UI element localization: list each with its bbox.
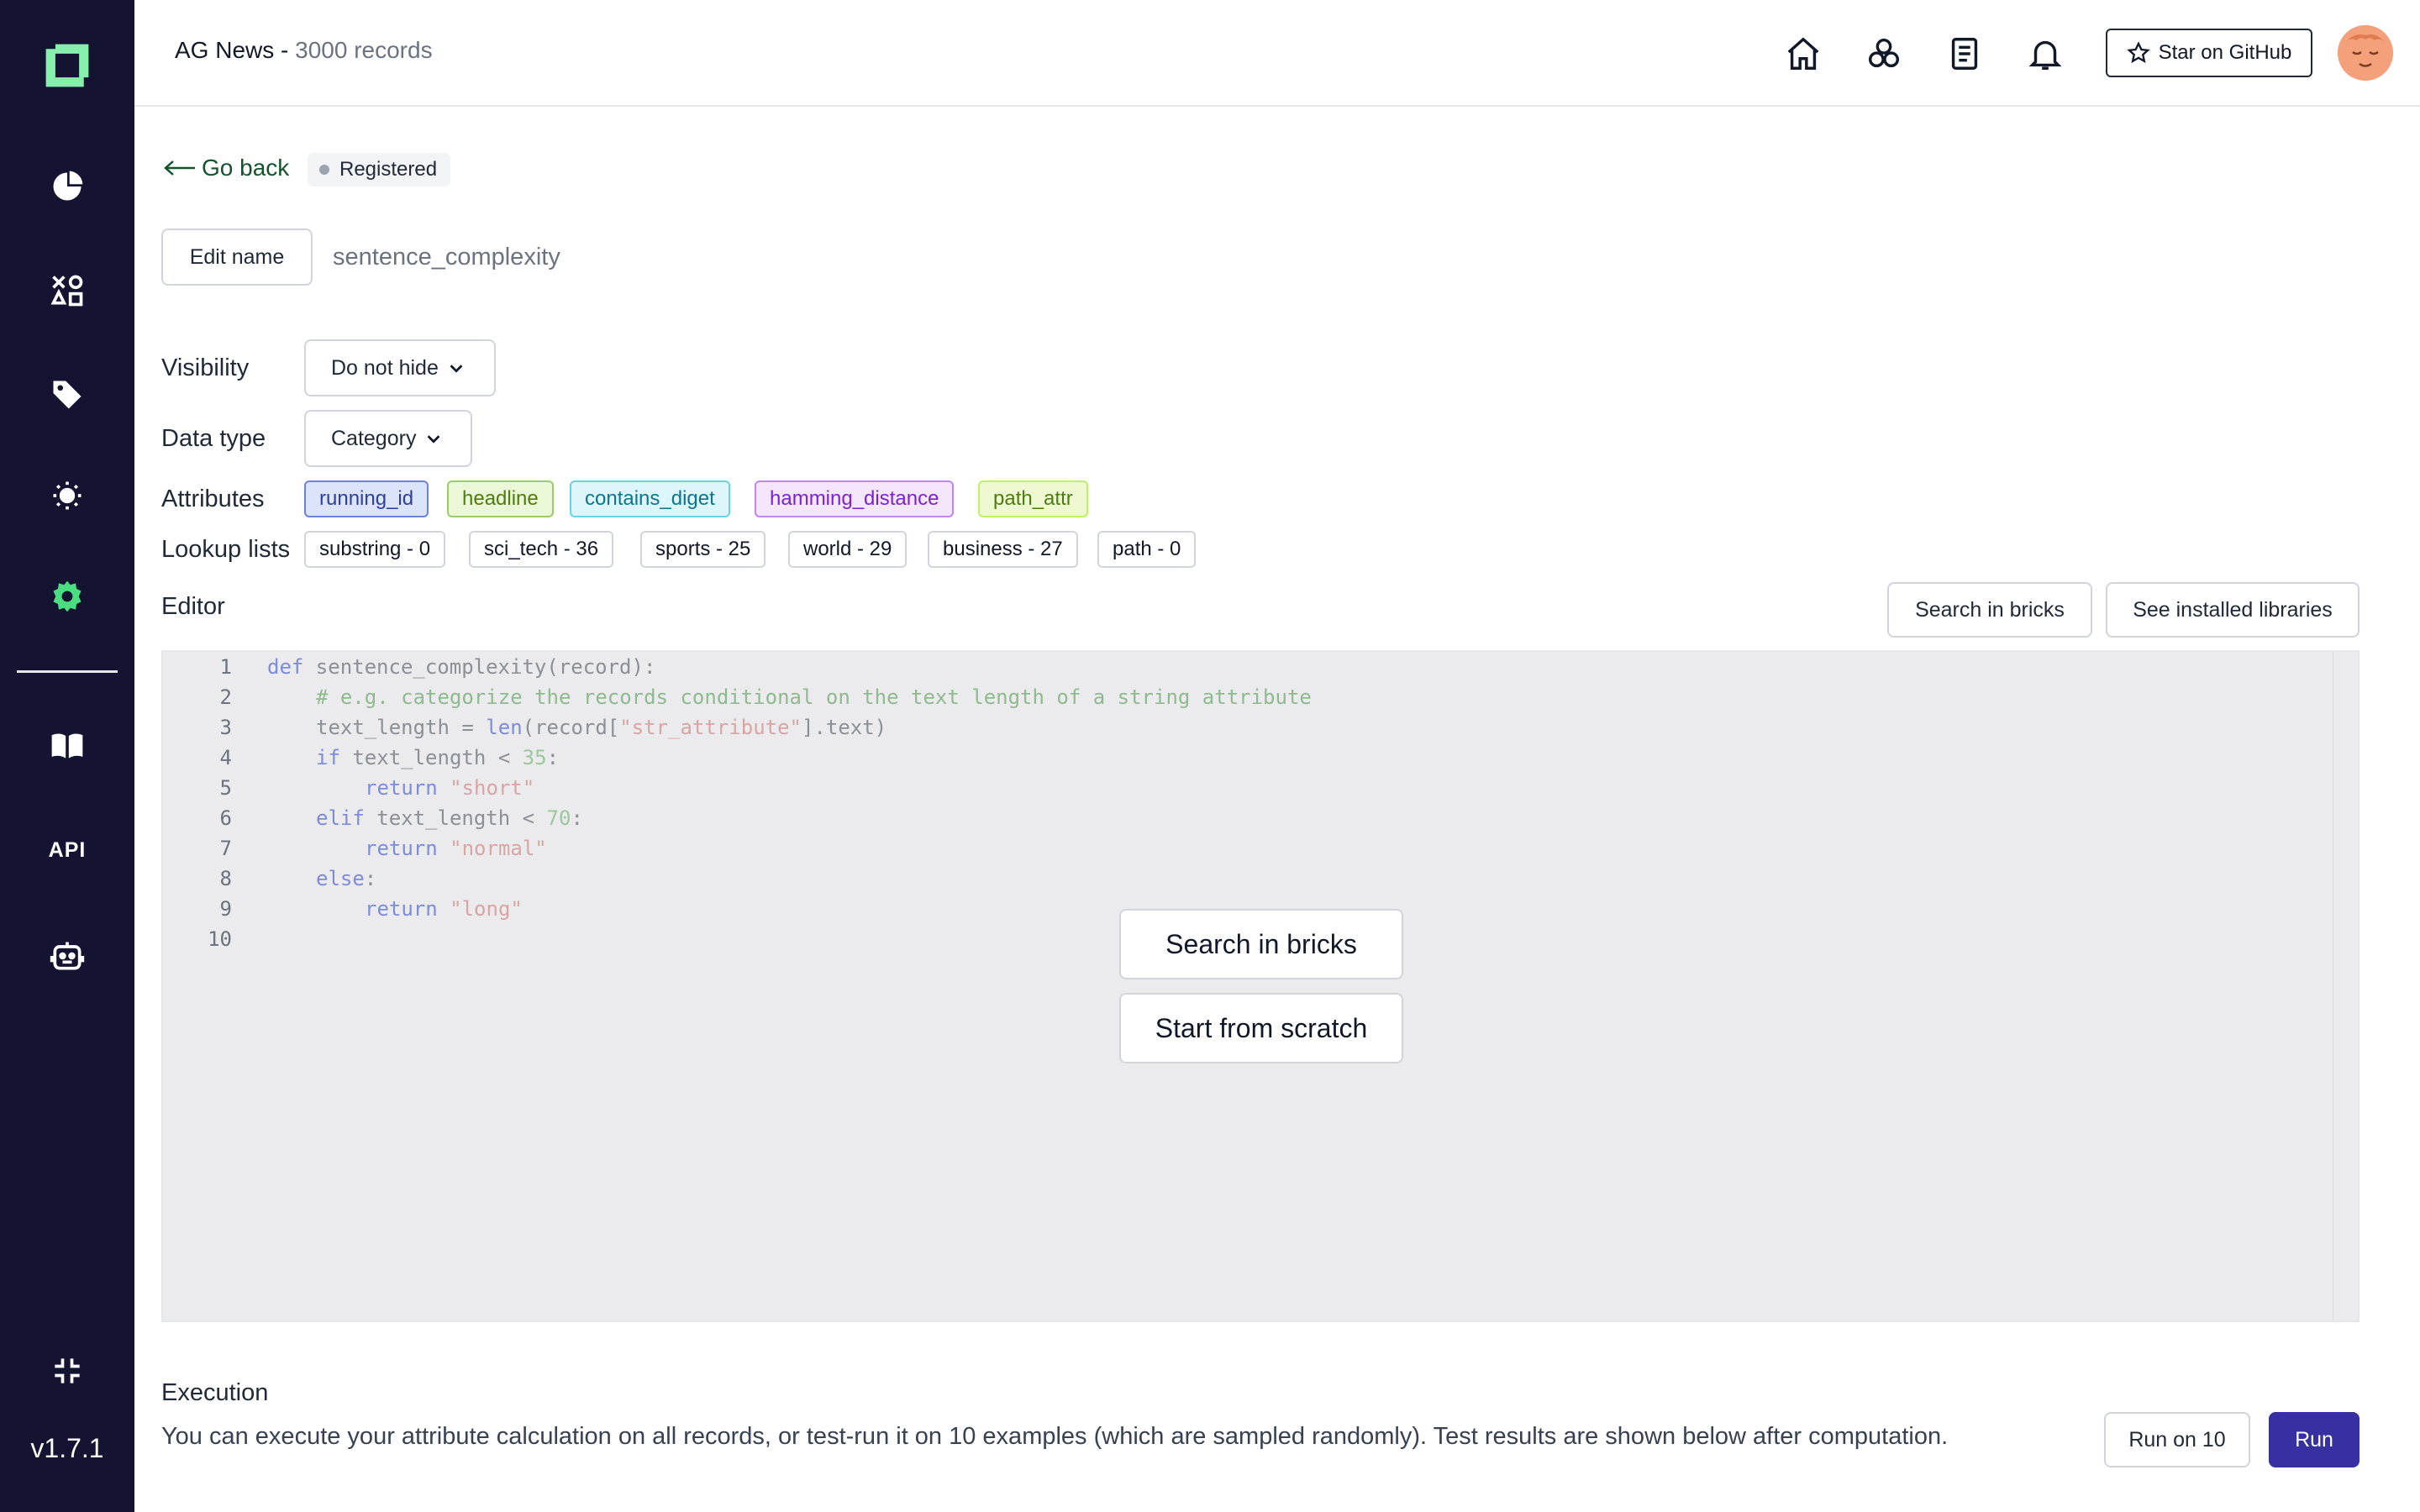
sidebar-divider [17, 670, 118, 673]
attribute-chip-running-id[interactable]: running_id [304, 480, 429, 517]
code-line: return "short" [365, 776, 535, 800]
datatype-label: Data type [161, 425, 266, 452]
status-badge: Registered [308, 153, 451, 186]
line-number: 2 [219, 685, 232, 709]
lookup-list-world[interactable]: world - 29 [788, 531, 908, 568]
start-from-scratch-button[interactable]: Start from scratch [1119, 993, 1403, 1063]
attribute-name: sentence_complexity [333, 244, 560, 270]
line-number: 9 [219, 897, 232, 921]
visibility-value: Do not hide [331, 355, 439, 380]
pie-chart-icon[interactable] [40, 160, 94, 213]
project-name: AG News - [175, 37, 296, 63]
search-in-bricks-button[interactable]: Search in bricks [1887, 582, 2092, 638]
lookup-list-substring[interactable]: substring - 0 [304, 531, 446, 568]
sidebar: API v1.7.1 [0, 0, 134, 1512]
robot-icon[interactable] [40, 929, 94, 983]
bell-icon[interactable] [2023, 32, 2067, 76]
github-label: Star on GitHub [2158, 41, 2292, 64]
run-on-10-button[interactable]: Run on 10 [2104, 1412, 2250, 1467]
code-line: text_length = len(record["str_attribute"… [316, 716, 887, 739]
line-number: 7 [219, 837, 232, 860]
project-title: AG News - 3000 records [175, 37, 433, 64]
minimize-icon[interactable] [40, 1344, 94, 1398]
chevron-down-icon [447, 359, 466, 377]
shapes-icon[interactable] [40, 264, 94, 318]
execution-title: Execution [161, 1379, 269, 1406]
home-icon[interactable] [1781, 32, 1825, 76]
code-line: return "normal" [365, 837, 547, 860]
gear-icon[interactable] [40, 570, 94, 623]
code-line: elif text_length < 70: [316, 806, 583, 830]
star-on-github-button[interactable]: Star on GitHub [2106, 29, 2312, 77]
avatar[interactable] [2338, 25, 2393, 81]
code-line: return "long" [365, 897, 523, 921]
line-number: 3 [219, 716, 232, 739]
status-label: Registered [339, 158, 438, 181]
see-installed-libraries-button[interactable]: See installed libraries [2106, 582, 2360, 638]
line-number: 10 [208, 927, 232, 951]
version-label: v1.7.1 [30, 1433, 104, 1463]
edit-name-button[interactable]: Edit name [161, 228, 313, 286]
book-icon[interactable] [40, 719, 94, 773]
run-button[interactable]: Run [2269, 1412, 2360, 1467]
lookup-list-sports[interactable]: sports - 25 [640, 531, 766, 568]
line-number: 5 [219, 776, 232, 800]
attribute-chip-contains-diget[interactable]: contains_diget [570, 480, 730, 517]
visibility-label: Visibility [161, 354, 250, 381]
overlay-search-in-bricks-button[interactable]: Search in bricks [1119, 909, 1403, 979]
line-number: 4 [219, 746, 232, 769]
line-number: 8 [219, 867, 232, 890]
attribute-chip-path-attr[interactable]: path_attr [978, 480, 1088, 517]
arrow-left-icon [163, 160, 197, 176]
lookup-list-path[interactable]: path - 0 [1097, 531, 1197, 568]
attribute-chip-hamming-distance[interactable]: hamming_distance [755, 480, 955, 517]
chevron-down-icon [424, 429, 443, 448]
editor-minimap[interactable] [2333, 652, 2358, 1320]
code-line: else: [316, 867, 377, 890]
code-line: # e.g. categorize the records conditiona… [316, 685, 1312, 709]
code-editor[interactable]: 1 2 3 4 5 6 7 8 9 10 def sentence_comple… [161, 650, 2360, 1322]
datatype-value: Category [331, 426, 417, 450]
go-back-label: Go back [202, 155, 290, 181]
brick-icon[interactable] [1862, 32, 1906, 76]
editor-label: Editor [161, 593, 225, 620]
logo-icon[interactable] [40, 39, 94, 92]
record-count: 3000 records [295, 37, 433, 63]
datatype-select[interactable]: Category [304, 410, 472, 467]
api-icon[interactable]: API [40, 823, 94, 877]
line-number: 1 [219, 655, 232, 679]
top-bar: AG News - 3000 records Star on GitHub [134, 0, 2420, 107]
lookup-lists-label: Lookup lists [161, 536, 291, 563]
document-icon[interactable] [1943, 32, 1986, 76]
visibility-select[interactable]: Do not hide [304, 339, 496, 396]
execution-description: You can execute your attribute calculati… [161, 1423, 1949, 1450]
attribute-chip-headline[interactable]: headline [447, 480, 554, 517]
lookup-list-business[interactable]: business - 27 [928, 531, 1078, 568]
code-line: if text_length < 35: [316, 746, 560, 769]
status-dot [319, 165, 329, 175]
lightbulb-icon[interactable] [40, 469, 94, 522]
attributes-label: Attributes [161, 486, 265, 512]
go-back-link[interactable]: Go back [163, 155, 289, 181]
star-icon [2126, 41, 2150, 65]
line-number: 6 [219, 806, 232, 830]
lookup-list-sci-tech[interactable]: sci_tech - 36 [469, 531, 614, 568]
code-line: def sentence_complexity(record): [267, 655, 656, 679]
tag-icon[interactable] [40, 368, 94, 422]
